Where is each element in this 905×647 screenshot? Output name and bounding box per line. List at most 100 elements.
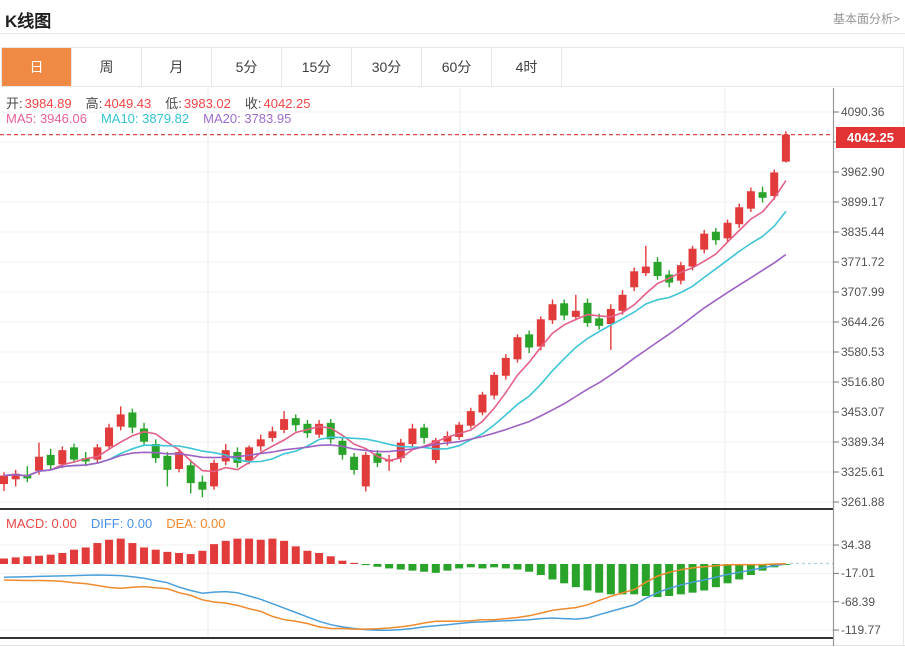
macd-hist-bar xyxy=(233,539,241,564)
macd-hist-bar xyxy=(140,547,148,564)
candle-body xyxy=(268,431,276,438)
candle-body xyxy=(140,429,148,442)
candle-body xyxy=(257,439,265,446)
ma-legend: MA5: 3946.06MA10: 3879.82MA20: 3783.95 xyxy=(6,111,305,126)
macd-hist-bar xyxy=(572,564,580,587)
candle-body xyxy=(735,207,743,224)
macd-hist-bar xyxy=(338,561,346,564)
candle-body xyxy=(712,232,720,240)
macd-hist-bar xyxy=(467,564,475,567)
candle-body xyxy=(724,223,732,239)
candle-body xyxy=(630,271,638,287)
macd-hist-bar xyxy=(210,544,218,564)
main-y-axis-label: 3644.26 xyxy=(841,315,903,329)
candle-body xyxy=(362,455,370,487)
macd-hist-bar xyxy=(595,564,603,593)
macd-hist-bar xyxy=(163,552,171,564)
macd-hist-bar xyxy=(175,553,183,564)
candle-body xyxy=(782,135,790,162)
candle-body xyxy=(187,465,195,483)
legend-item: DEA: 0.00 xyxy=(166,516,225,531)
legend-item: MA20: 3783.95 xyxy=(203,111,291,126)
kline-widget: K线图 基本面分析> 日周月5分15分30分60分4时 开:3984.89高:4… xyxy=(0,0,905,647)
macd-hist-bar xyxy=(245,539,253,564)
candle-body xyxy=(525,334,533,347)
legend-item: MACD: 0.00 xyxy=(6,516,77,531)
macd-hist-bar xyxy=(128,543,136,564)
main-y-axis-label: 3707.99 xyxy=(841,285,903,299)
macd-hist-bar xyxy=(700,564,708,590)
main-y-axis-label: 3453.07 xyxy=(841,405,903,419)
legend-item: 高:4049.43 xyxy=(86,96,152,111)
candle-body xyxy=(595,318,603,326)
candle-body xyxy=(58,450,66,464)
main-y-axis-label: 3899.17 xyxy=(841,195,903,209)
macd-hist-bar xyxy=(292,546,300,564)
candle-body xyxy=(747,191,755,208)
candle-body xyxy=(513,337,521,359)
macd-hist-bar xyxy=(513,564,521,570)
ma5-line xyxy=(4,181,786,476)
macd-hist-bar xyxy=(712,564,720,587)
candle-body xyxy=(47,455,55,465)
main-y-axis-label: 3580.53 xyxy=(841,345,903,359)
macd-hist-bar xyxy=(665,564,673,596)
macd-hist-bar xyxy=(490,564,498,567)
main-y-axis-label: 3389.34 xyxy=(841,435,903,449)
candle-body xyxy=(70,447,78,459)
macd-hist-bar xyxy=(257,540,265,564)
candle-body xyxy=(198,482,206,490)
macd-hist-bar xyxy=(432,564,440,573)
ohlc-legend: 开:3984.89高:4049.43低:3983.02收:4042.25 xyxy=(6,93,325,112)
legend-item: 开:3984.89 xyxy=(6,96,72,111)
macd-hist-bar xyxy=(93,543,101,564)
macd-hist-bar xyxy=(222,541,230,564)
macd-hist-bar xyxy=(152,550,160,564)
candle-body xyxy=(689,249,697,267)
macd-hist-bar xyxy=(397,564,405,570)
candle-body xyxy=(0,476,8,484)
macd-hist-bar xyxy=(105,540,113,564)
macd-hist-bar xyxy=(362,564,370,565)
candle-body xyxy=(292,418,300,425)
macd-hist-bar xyxy=(420,564,428,572)
candle-body xyxy=(420,428,428,438)
main-y-axis-label: 3516.80 xyxy=(841,375,903,389)
macd-hist-bar xyxy=(280,541,288,564)
candle-body xyxy=(700,234,708,250)
macd-hist-bar xyxy=(47,555,55,564)
candle-body xyxy=(35,457,43,471)
candle-body xyxy=(572,311,580,317)
macd-hist-bar xyxy=(502,564,510,568)
candle-body xyxy=(210,463,218,487)
macd-hist-bar xyxy=(443,564,451,571)
macd-y-axis-label: -119.77 xyxy=(841,623,903,637)
macd-hist-bar xyxy=(12,557,20,564)
macd-hist-bar xyxy=(607,564,615,594)
macd-hist-bar xyxy=(58,553,66,564)
macd-hist-bar xyxy=(677,564,685,594)
macd-hist-bar xyxy=(619,564,627,594)
macd-y-axis-label: -68.39 xyxy=(841,595,903,609)
candle-body xyxy=(584,303,592,323)
main-y-axis-label: 3835.44 xyxy=(841,225,903,239)
macd-hist-bar xyxy=(584,564,592,590)
candle-body xyxy=(408,429,416,445)
candle-body xyxy=(560,303,568,315)
main-y-axis-label: 3771.72 xyxy=(841,255,903,269)
macd-hist-bar xyxy=(23,556,31,564)
current-price-tag: 4042.25 xyxy=(836,127,905,148)
macd-hist-bar xyxy=(560,564,568,583)
candle-body xyxy=(654,262,662,276)
macd-hist-bar xyxy=(408,564,416,571)
macd-hist-bar xyxy=(455,564,463,568)
candle-body xyxy=(245,447,253,460)
macd-hist-bar xyxy=(0,558,8,564)
candle-body xyxy=(759,192,767,198)
candle-body xyxy=(478,395,486,413)
macd-hist-bar xyxy=(35,556,43,564)
macd-hist-bar xyxy=(537,564,545,575)
candle-body xyxy=(315,424,323,435)
macd-hist-bar xyxy=(303,551,311,564)
macd-hist-bar xyxy=(82,547,90,564)
